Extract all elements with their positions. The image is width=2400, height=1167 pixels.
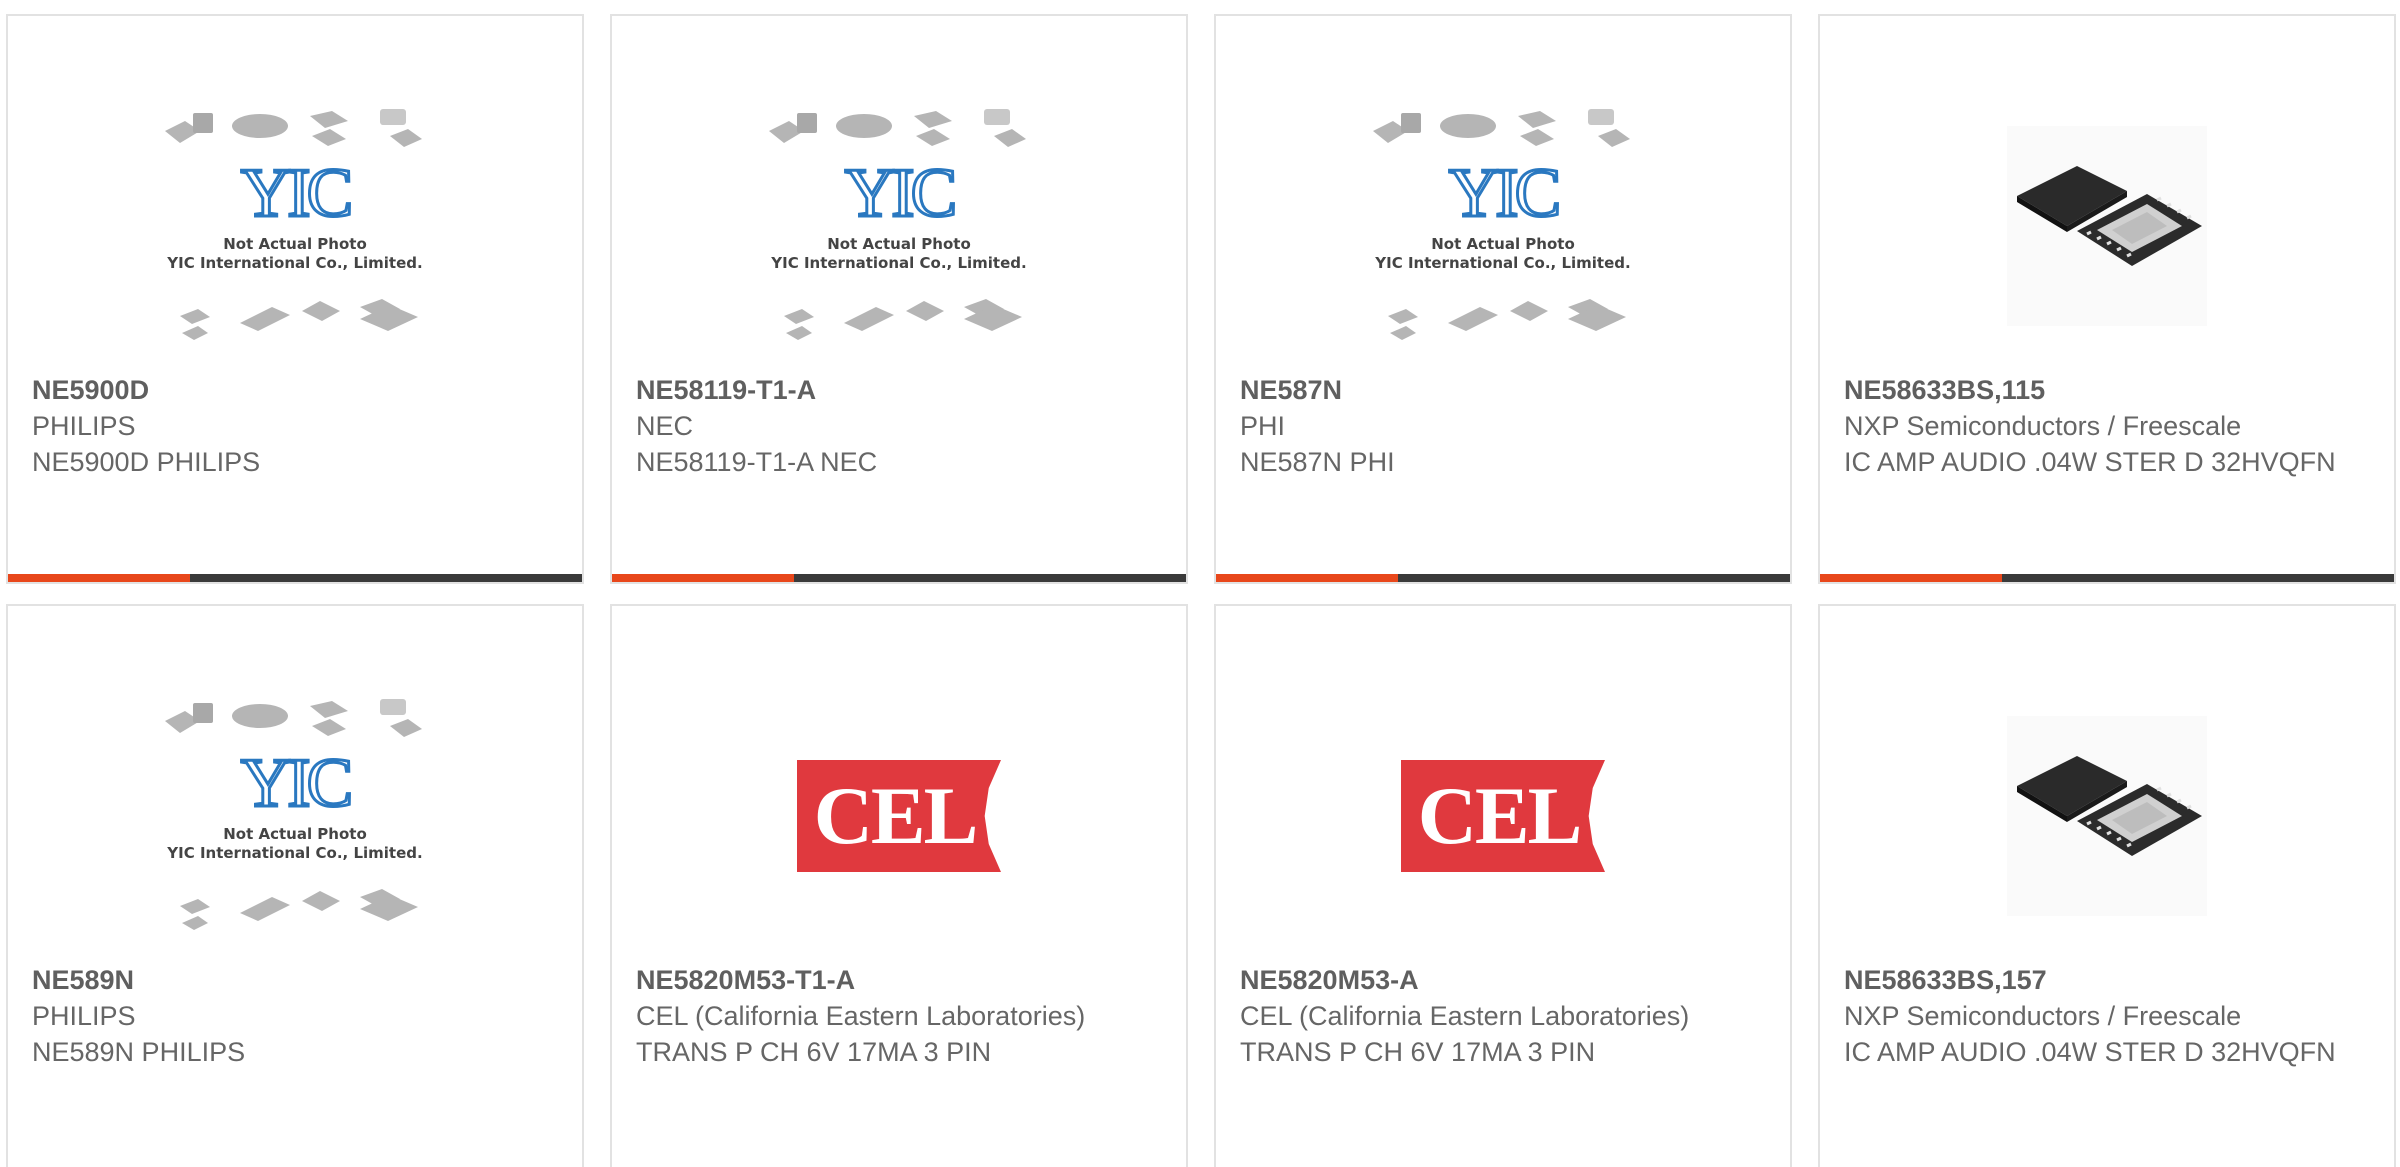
manufacturer: CEL (California Eastern Laboratories) bbox=[636, 1001, 1086, 1031]
yic-placeholder-image: YIC Not Actual Photo YIC International C… bbox=[764, 101, 1034, 351]
yic-logo: YIC bbox=[239, 745, 355, 822]
card-bottom-bar bbox=[1820, 574, 2394, 582]
placeholder-caption: Not Actual Photo YIC International Co., … bbox=[167, 825, 423, 862]
product-info: NE5820M53-T1-A CEL (California Eastern L… bbox=[636, 962, 1166, 1070]
product-card[interactable]: YIC Not Actual Photo YIC International C… bbox=[6, 604, 584, 1167]
placeholder-caption: Not Actual Photo YIC International Co., … bbox=[771, 235, 1027, 272]
placeholder-caption: Not Actual Photo YIC International Co., … bbox=[167, 235, 423, 272]
product-image[interactable]: YIC Not Actual Photo YIC International C… bbox=[1216, 86, 1790, 366]
product-card[interactable]: YIC Not Actual Photo YIC International C… bbox=[6, 14, 584, 584]
card-bottom-bar bbox=[1216, 574, 1790, 582]
product-card[interactable]: NE58633BS,115 NXP Semiconductors / Frees… bbox=[1818, 14, 2396, 584]
product-image[interactable] bbox=[1820, 676, 2394, 956]
product-card[interactable]: CEL NE5820M53-T1-A CEL (California Easte… bbox=[610, 604, 1188, 1167]
cel-logo: CEL bbox=[797, 760, 1001, 872]
part-number[interactable]: NE5820M53-A bbox=[1240, 962, 1770, 998]
product-card[interactable]: CEL NE5820M53-A CEL (California Eastern … bbox=[1214, 604, 1792, 1167]
manufacturer: NXP Semiconductors / Freescale bbox=[1844, 1001, 2242, 1031]
manufacturer: CEL (California Eastern Laboratories) bbox=[1240, 1001, 1690, 1031]
part-number[interactable]: NE58119-T1-A bbox=[636, 372, 1166, 408]
card-bottom-bar bbox=[8, 574, 582, 582]
card-accent-bar bbox=[8, 574, 190, 582]
qfn-chip-photo bbox=[2007, 126, 2207, 326]
description: NE589N PHILIPS bbox=[32, 1037, 246, 1067]
product-image[interactable]: YIC Not Actual Photo YIC International C… bbox=[612, 86, 1186, 366]
description: IC AMP AUDIO .04W STER D 32HVQFN bbox=[1844, 447, 2336, 477]
product-image[interactable]: CEL bbox=[612, 676, 1186, 956]
yic-logo: YIC bbox=[1447, 155, 1563, 232]
product-info: NE5900D PHILIPS NE5900D PHILIPS bbox=[32, 372, 562, 480]
manufacturer: NEC bbox=[636, 411, 694, 441]
description: NE58119-T1-A NEC bbox=[636, 447, 878, 477]
product-card[interactable]: YIC Not Actual Photo YIC International C… bbox=[1214, 14, 1792, 584]
product-image[interactable]: CEL bbox=[1216, 676, 1790, 956]
part-number[interactable]: NE5900D bbox=[32, 372, 562, 408]
product-info: NE589N PHILIPS NE589N PHILIPS bbox=[32, 962, 562, 1070]
manufacturer: PHI bbox=[1240, 411, 1286, 441]
card-bottom-bar bbox=[612, 574, 1186, 582]
qfn-chip-photo bbox=[2007, 716, 2207, 916]
cel-logo: CEL bbox=[1401, 760, 1605, 872]
product-image[interactable] bbox=[1820, 86, 2394, 366]
product-info: NE587N PHI NE587N PHI bbox=[1240, 372, 1770, 480]
product-image[interactable]: YIC Not Actual Photo YIC International C… bbox=[8, 676, 582, 956]
product-info: NE5820M53-A CEL (California Eastern Labo… bbox=[1240, 962, 1770, 1070]
product-info: NE58633BS,157 NXP Semiconductors / Frees… bbox=[1844, 962, 2374, 1070]
manufacturer: NXP Semiconductors / Freescale bbox=[1844, 411, 2242, 441]
description: NE5900D PHILIPS bbox=[32, 447, 261, 477]
card-accent-bar bbox=[1820, 574, 2002, 582]
card-accent-bar bbox=[1216, 574, 1398, 582]
yic-placeholder-image: YIC Not Actual Photo YIC International C… bbox=[1368, 101, 1638, 351]
yic-logo: YIC bbox=[239, 155, 355, 232]
product-card[interactable]: NE58633BS,157 NXP Semiconductors / Frees… bbox=[1818, 604, 2396, 1167]
yic-logo: YIC bbox=[843, 155, 959, 232]
manufacturer: PHILIPS bbox=[32, 1001, 136, 1031]
product-image[interactable]: YIC Not Actual Photo YIC International C… bbox=[8, 86, 582, 366]
product-info: NE58633BS,115 NXP Semiconductors / Frees… bbox=[1844, 372, 2374, 480]
part-number[interactable]: NE589N bbox=[32, 962, 562, 998]
part-number[interactable]: NE5820M53-T1-A bbox=[636, 962, 1166, 998]
card-accent-bar bbox=[612, 574, 794, 582]
part-number[interactable]: NE58633BS,115 bbox=[1844, 372, 2374, 408]
description: TRANS P CH 6V 17MA 3 PIN bbox=[1240, 1037, 1596, 1067]
placeholder-caption: Not Actual Photo YIC International Co., … bbox=[1375, 235, 1631, 272]
yic-placeholder-image: YIC Not Actual Photo YIC International C… bbox=[160, 101, 430, 351]
description: TRANS P CH 6V 17MA 3 PIN bbox=[636, 1037, 992, 1067]
manufacturer: PHILIPS bbox=[32, 411, 136, 441]
part-number[interactable]: NE587N bbox=[1240, 372, 1770, 408]
part-number[interactable]: NE58633BS,157 bbox=[1844, 962, 2374, 998]
product-info: NE58119-T1-A NEC NE58119-T1-A NEC bbox=[636, 372, 1166, 480]
description: NE587N PHI bbox=[1240, 447, 1395, 477]
product-grid: YIC Not Actual Photo YIC International C… bbox=[0, 0, 2400, 1167]
yic-placeholder-image: YIC Not Actual Photo YIC International C… bbox=[160, 691, 430, 941]
product-card[interactable]: YIC Not Actual Photo YIC International C… bbox=[610, 14, 1188, 584]
description: IC AMP AUDIO .04W STER D 32HVQFN bbox=[1844, 1037, 2336, 1067]
